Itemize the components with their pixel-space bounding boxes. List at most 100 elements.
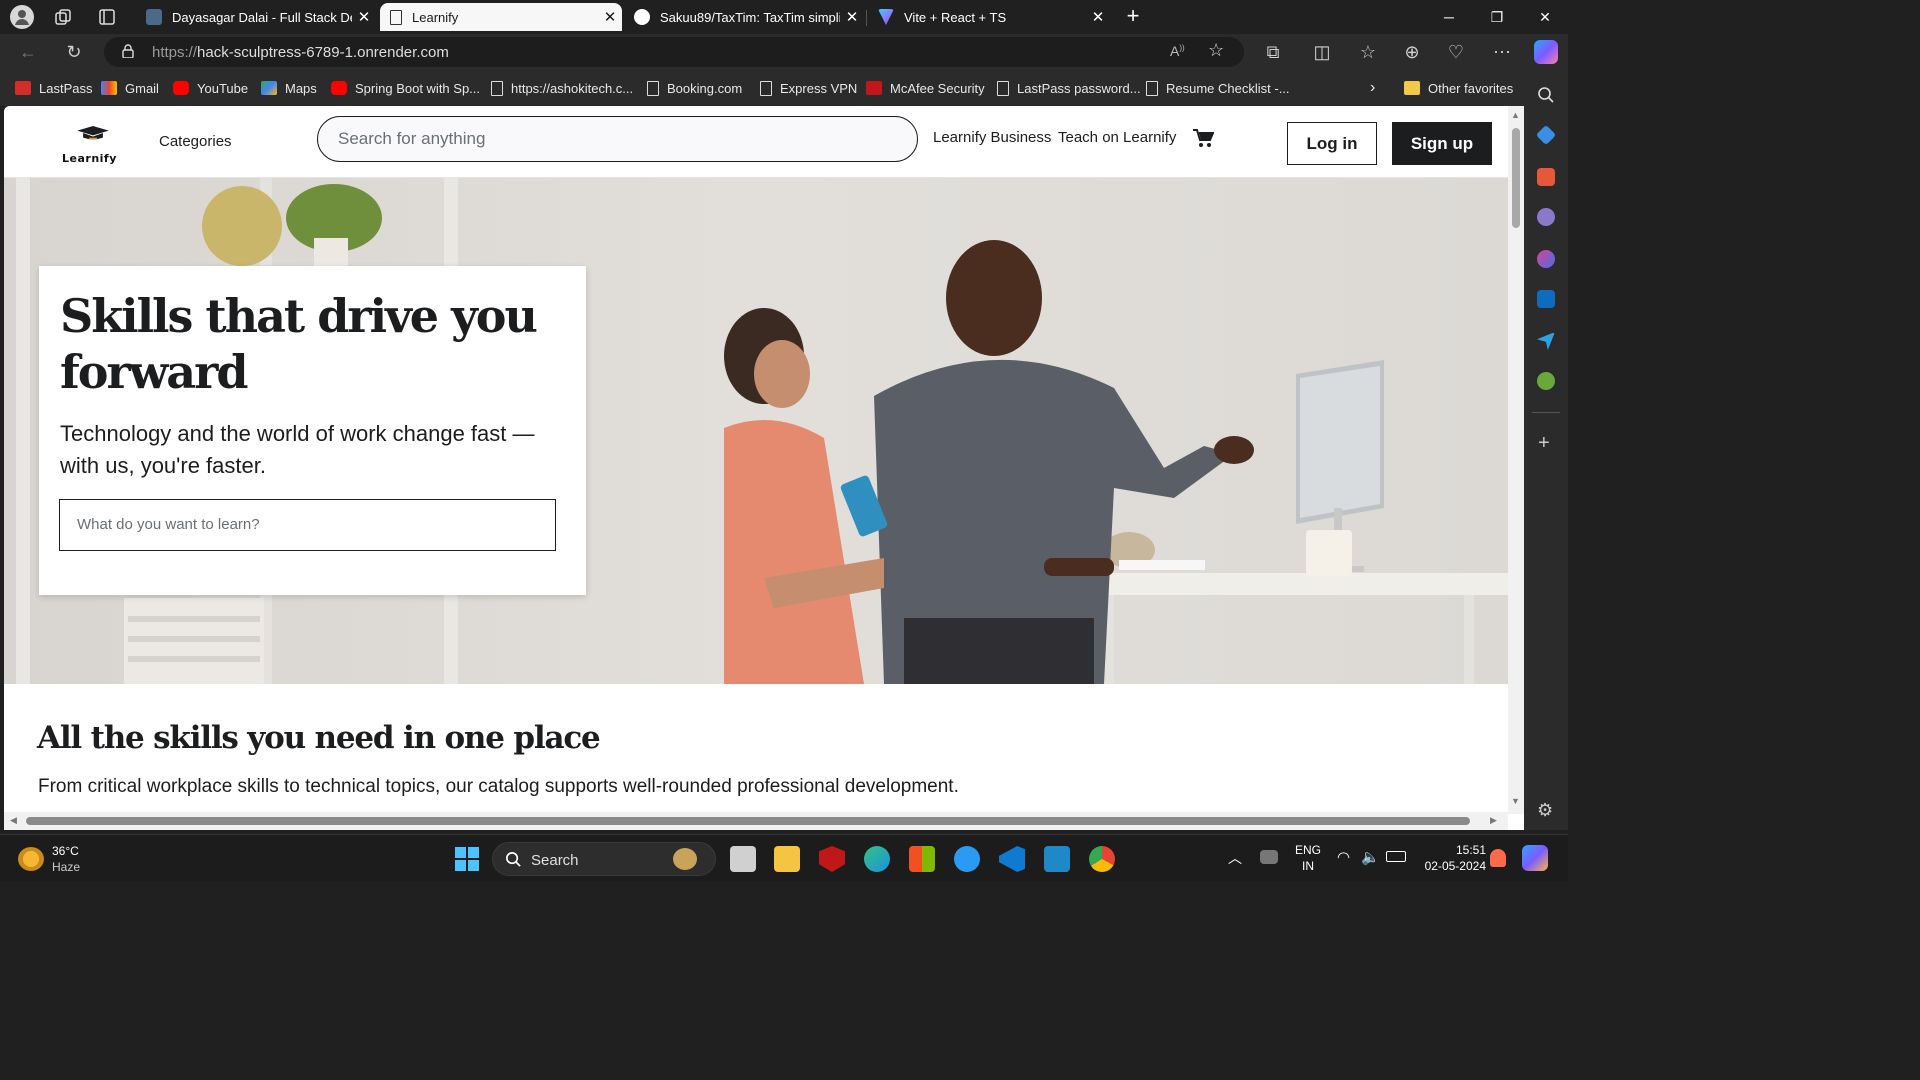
favorite-gmail[interactable]: Gmail [101,80,159,96]
vertical-scrollbar[interactable]: ▲ ▼ [1508,106,1524,814]
tools-briefcase-icon[interactable] [1537,168,1555,186]
browser-essentials-icon[interactable]: ♡ [1442,38,1470,66]
other-favorites-folder[interactable]: Other favorites [1404,80,1513,96]
collections-icon[interactable]: ⊕ [1398,38,1426,66]
wifi-icon[interactable]: ◠ [1337,848,1350,866]
tab-taxtim[interactable]: Sakuu89/TaxTim: TaxTim simplifie ✕ [624,3,864,31]
favorite-star-icon[interactable]: ☆ [1208,40,1224,61]
hero-card: Skills that drive you forward Technology… [39,266,586,595]
favorite-label: McAfee Security [890,80,985,96]
favorite-ashokitech[interactable]: https://ashokitech.c... [491,80,633,96]
learnify-business-link[interactable]: Learnify Business [933,129,1051,146]
favorite-maps[interactable]: Maps [261,80,317,96]
favorites-icon[interactable]: ☆ [1354,38,1382,66]
show-hidden-icons-chevron-icon[interactable]: ︿ [1228,848,1242,868]
log-in-button[interactable]: Log in [1287,122,1377,165]
scroll-down-arrow-icon[interactable]: ▼ [1511,796,1520,806]
tab-vite[interactable]: Vite + React + TS ✕ [868,3,1110,31]
clock[interactable]: 15:51 02-05-2024 [1412,842,1486,874]
favorite-spring-boot[interactable]: Spring Boot with Sp... [331,80,480,96]
split-screen-icon[interactable]: ◫ [1308,38,1336,66]
favorites-overflow-chevron-icon[interactable]: › [1370,79,1375,96]
vscode-icon[interactable] [999,846,1025,872]
taskbar-search[interactable]: Search [492,842,716,876]
volume-icon[interactable]: 🔈 [1361,848,1380,866]
mcafee-taskbar-icon[interactable] [819,846,845,872]
learn-search-input[interactable] [77,516,537,533]
site-search-box[interactable] [317,116,918,162]
favorite-lastpass-password[interactable]: LastPass password... [997,80,1141,96]
mysql-workbench-icon[interactable] [1044,846,1070,872]
more-options-icon[interactable]: ⋯ [1488,38,1516,66]
close-tab-icon[interactable]: ✕ [1086,8,1110,26]
favorite-resume[interactable]: Resume Checklist -... [1146,80,1290,96]
categories-menu[interactable]: Categories [159,133,232,150]
vite-icon [878,9,894,25]
site-search-input[interactable] [338,129,878,149]
send-icon[interactable] [1537,332,1555,350]
sign-up-button[interactable]: Sign up [1392,122,1492,165]
favorite-expressvpn[interactable]: Express VPN [760,80,857,96]
github-icon [634,9,650,25]
learnify-logo[interactable]: Learnify [62,126,124,166]
restore-icon[interactable]: ❐ [1474,0,1520,34]
back-icon[interactable]: ← [14,38,42,66]
scroll-left-arrow-icon[interactable]: ◀ [10,815,17,826]
cart-icon[interactable] [1192,128,1215,148]
horizontal-scrollbar[interactable]: ◀ ▶ [4,812,1508,830]
close-tab-icon[interactable]: ✕ [352,8,376,26]
address-bar[interactable]: https://hack-sculptress-6789-1.onrender.… [104,37,1244,67]
language-indicator[interactable]: ENG IN [1292,842,1324,874]
edge-taskbar-icon[interactable] [864,846,890,872]
minimize-icon[interactable]: ─ [1426,0,1472,34]
weather-widget[interactable]: 36°C Haze [18,843,98,877]
search-icon[interactable] [1537,86,1555,104]
clock-date: 02-05-2024 [1424,859,1486,873]
scroll-right-arrow-icon[interactable]: ▶ [1490,815,1497,826]
vertical-scroll-thumb[interactable] [1512,128,1520,228]
microsoft-store-icon[interactable] [909,846,935,872]
tree-icon[interactable] [1537,372,1555,390]
task-view-icon[interactable] [730,846,756,872]
browser-tab-bar: Dayasagar Dalai - Full Stack Deve ✕ Lear… [0,0,1568,34]
lock-icon[interactable] [122,44,134,59]
extensions-icon[interactable]: ⧉ [1259,38,1287,66]
microsoft-365-icon[interactable] [1537,250,1555,268]
chrome-icon[interactable] [1089,846,1115,872]
notification-bell-icon[interactable] [1490,849,1506,867]
horizontal-scroll-thumb[interactable] [26,817,1470,825]
tab-title: Vite + React + TS [904,9,1007,25]
games-icon[interactable] [1537,208,1555,226]
new-tab-icon[interactable]: + [1122,4,1144,28]
favorite-booking[interactable]: Booking.com [647,80,742,96]
outlook-icon[interactable] [1537,290,1555,308]
favorite-youtube[interactable]: YouTube [173,80,248,96]
favorite-label: Express VPN [780,80,858,96]
tab-actions-icon[interactable] [98,8,116,26]
scroll-up-arrow-icon[interactable]: ▲ [1511,110,1520,120]
close-tab-icon[interactable]: ✕ [598,8,622,26]
page-favicon-icon [390,9,402,25]
close-tab-icon[interactable]: ✕ [840,8,864,26]
copilot-icon[interactable] [1534,40,1558,64]
copilot-taskbar-icon[interactable] [1522,845,1548,871]
favorite-mcafee[interactable]: McAfee Security [866,80,985,96]
add-sidebar-item-icon[interactable]: + [1538,432,1550,455]
battery-icon[interactable] [1386,851,1406,862]
workspaces-icon[interactable] [54,8,72,26]
sidebar-settings-gear-icon[interactable]: ⚙ [1537,800,1553,821]
learn-search-box[interactable] [59,499,556,551]
get-help-icon[interactable] [954,846,980,872]
profile-icon[interactable] [10,5,34,29]
file-explorer-icon[interactable] [774,846,800,872]
network-alert-icon[interactable] [1260,850,1278,864]
favorite-lastpass[interactable]: LastPass [15,80,92,96]
tab-learnify[interactable]: Learnify ✕ [380,3,622,31]
close-window-icon[interactable]: ✕ [1522,0,1568,34]
read-aloud-icon[interactable]: A)) [1170,43,1185,59]
shopping-tag-icon[interactable] [1535,124,1557,146]
refresh-icon[interactable]: ↻ [60,38,88,66]
tab-dayasagar[interactable]: Dayasagar Dalai - Full Stack Deve ✕ [136,3,376,31]
teach-on-learnify-link[interactable]: Teach on Learnify [1058,129,1176,146]
start-windows-icon[interactable] [454,846,480,872]
